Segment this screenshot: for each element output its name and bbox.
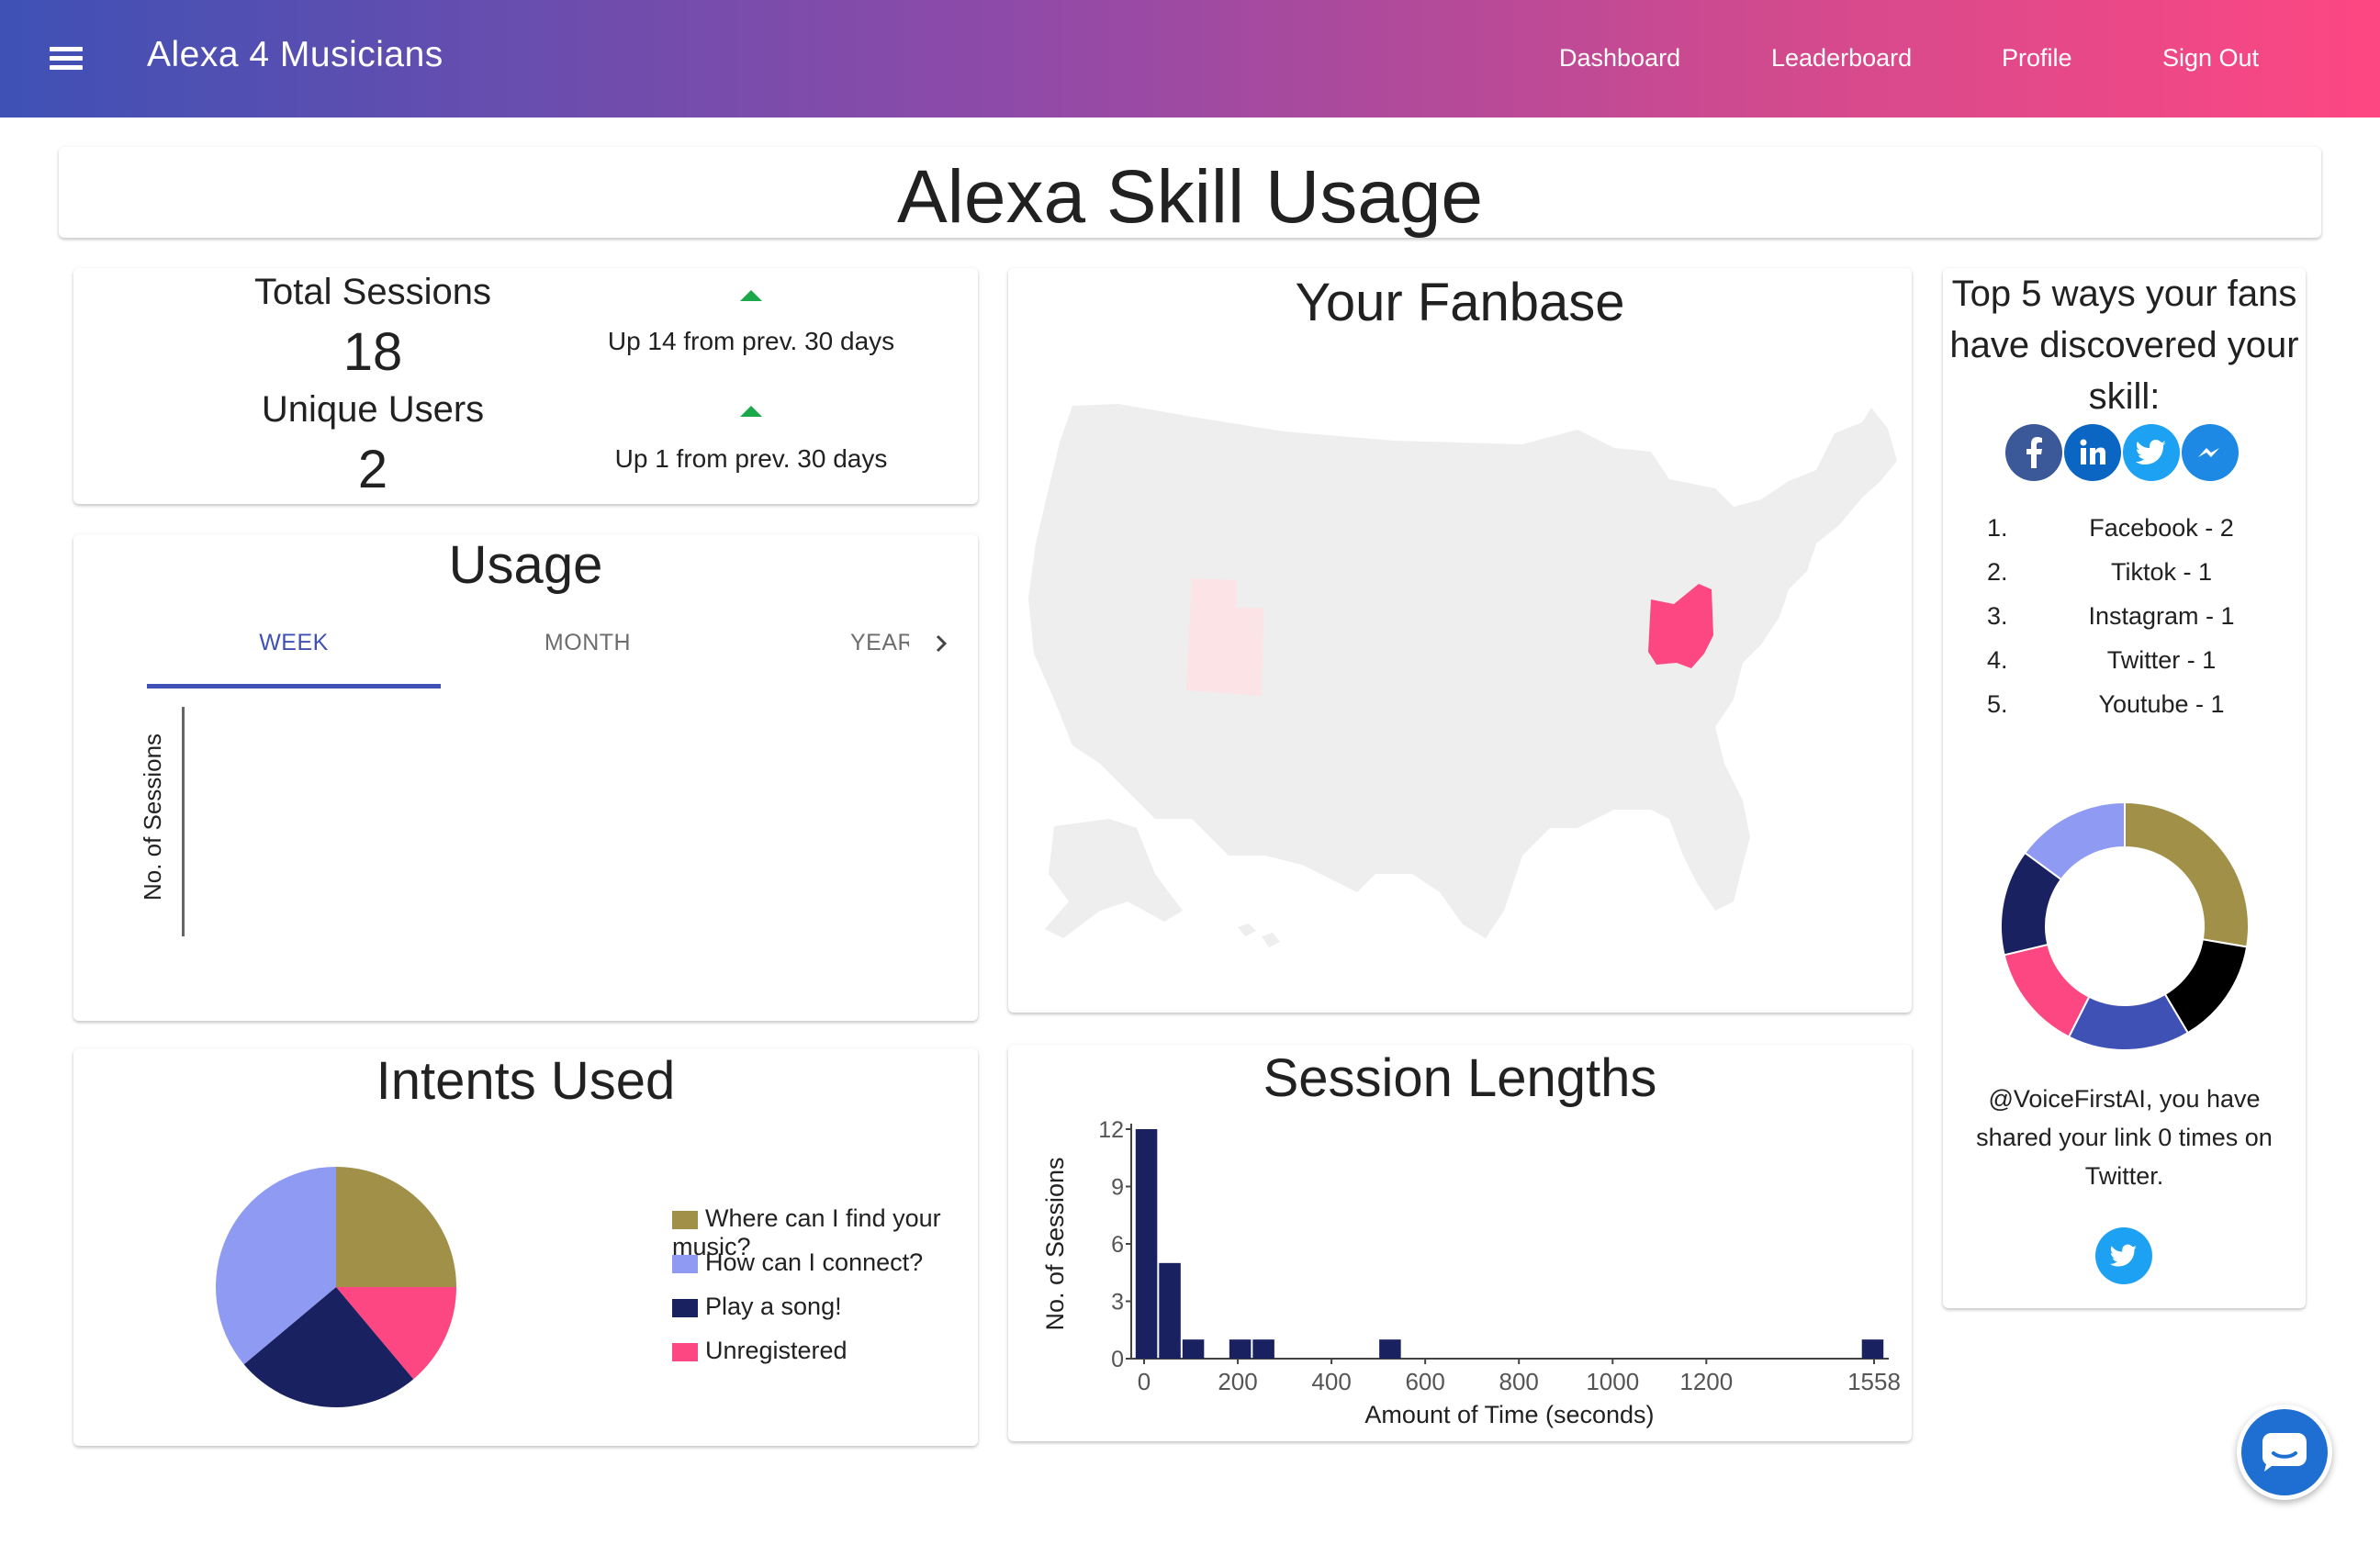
- trend-up-icon: [740, 290, 762, 301]
- histogram-bar: [1182, 1339, 1205, 1359]
- total-sessions-label: Total Sessions: [254, 272, 491, 312]
- legend-label: How can I connect?: [705, 1248, 924, 1276]
- usage-ylabel: No. of Sessions: [139, 733, 166, 901]
- nav-leaderboard[interactable]: Leaderboard: [1771, 44, 1912, 73]
- us-map-land: [1028, 404, 1897, 938]
- y-tick-label: 6: [1111, 1232, 1124, 1258]
- hawaii-land: [1238, 924, 1280, 947]
- tab-week[interactable]: WEEK: [147, 630, 441, 656]
- tab-year-clip: YEAR: [808, 624, 909, 661]
- nav-profile[interactable]: Profile: [2002, 44, 2072, 73]
- y-tick-label: 3: [1111, 1290, 1124, 1315]
- x-tick-label: 600: [1405, 1368, 1444, 1395]
- legend-swatch: [672, 1298, 698, 1317]
- chat-bubble-icon: [2262, 1433, 2307, 1472]
- x-axis-label: Amount of Time (seconds): [1364, 1401, 1654, 1428]
- nav-dashboard[interactable]: Dashboard: [1559, 44, 1680, 73]
- legend-swatch: [672, 1342, 698, 1361]
- tab-month[interactable]: MONTH: [441, 630, 735, 656]
- histogram-bar: [1861, 1339, 1884, 1359]
- unique-users-trend: Up 1 from prev. 30 days: [614, 444, 888, 473]
- total-sessions-value: 18: [342, 322, 403, 382]
- stats-card: Total Sessions 18 Unique Users 2 Up 14 f…: [73, 268, 978, 504]
- us-map: [1028, 404, 1897, 947]
- tabs-scroll-right-icon[interactable]: [927, 630, 955, 657]
- histogram-bar: [1135, 1129, 1158, 1359]
- trend-up-icon: [740, 406, 762, 417]
- x-tick-label: 0: [1138, 1368, 1151, 1395]
- legend-item: How can I connect?: [672, 1248, 923, 1282]
- discover-card: Top 5 ways your fans have discovered you…: [1943, 268, 2306, 1308]
- usage-card: Usage: [73, 534, 978, 1021]
- chart-title: Session Lengths: [1263, 1048, 1657, 1108]
- x-tick-label: 1000: [1586, 1368, 1639, 1395]
- y-tick-label: 9: [1111, 1175, 1124, 1201]
- session-lengths-card: Session Lengths 0 3 6 9 12 0 200 400 600 800 1000 12…: [1008, 1045, 1912, 1441]
- histogram-bar: [1252, 1339, 1274, 1359]
- app-title: Alexa 4 Musicians: [147, 35, 443, 74]
- legend-label: Unregistered: [705, 1337, 848, 1364]
- share-twitter-button[interactable]: [2095, 1227, 2152, 1284]
- intents-card: Intents Used Where can I find your music…: [73, 1048, 978, 1446]
- legend-label: Play a song!: [705, 1293, 842, 1320]
- legend-swatch: [672, 1254, 698, 1273]
- alaska-land: [1045, 819, 1183, 938]
- x-tick-label: 800: [1499, 1368, 1539, 1395]
- intents-pie-chart: [216, 1167, 456, 1407]
- session-lengths-histogram: Session Lengths 0 3 6 9 12 0 200 400 600 800 1000 12…: [1041, 1048, 1901, 1428]
- usage-y-axis: [182, 707, 185, 936]
- x-tick-label: 1558: [1847, 1368, 1901, 1395]
- legend-item: Play a song!: [672, 1293, 842, 1326]
- chat-button[interactable]: [2237, 1405, 2332, 1500]
- y-tick-label: 0: [1111, 1347, 1124, 1372]
- legend-item: Where can I find your music?: [672, 1204, 978, 1260]
- x-tick-label: 200: [1218, 1368, 1257, 1395]
- unique-users-label: Unique Users: [261, 389, 485, 430]
- fanbase-card: Your Fanbase: [1008, 268, 1912, 1013]
- usage-title: Usage: [448, 535, 603, 595]
- donut-segment: [2124, 800, 2250, 948]
- legend-item: Unregistered: [672, 1337, 848, 1370]
- tab-year[interactable]: YEAR: [850, 630, 909, 656]
- x-tick-label: 400: [1311, 1368, 1351, 1395]
- page-title-card: Alexa Skill Usage: [59, 147, 2321, 239]
- x-tick-label: 1200: [1679, 1368, 1733, 1395]
- top-app-bar: Alexa 4 Musicians Dashboard Leaderboard …: [0, 0, 2380, 118]
- y-tick-label: 12: [1098, 1117, 1124, 1143]
- donut-segment: [2003, 943, 2091, 1038]
- histogram-bar: [1379, 1339, 1401, 1359]
- unique-users-value: 2: [357, 440, 388, 499]
- nav-sign-out[interactable]: Sign Out: [2162, 44, 2259, 73]
- menu-icon[interactable]: [44, 40, 88, 77]
- pie-slice: [336, 1167, 456, 1287]
- tab-indicator: [147, 684, 441, 689]
- share-text: @VoiceFirstAI, you have shared your link…: [1976, 1085, 2273, 1190]
- y-axis-label: No. of Sessions: [1041, 1157, 1069, 1330]
- total-sessions-trend: Up 14 from prev. 30 days: [607, 327, 895, 355]
- legend-swatch: [672, 1210, 698, 1229]
- twitter-icon: [2110, 1244, 2138, 1267]
- page-title: Alexa Skill Usage: [896, 155, 1484, 239]
- histogram-bar: [1159, 1262, 1181, 1359]
- histogram-bar: [1229, 1339, 1252, 1359]
